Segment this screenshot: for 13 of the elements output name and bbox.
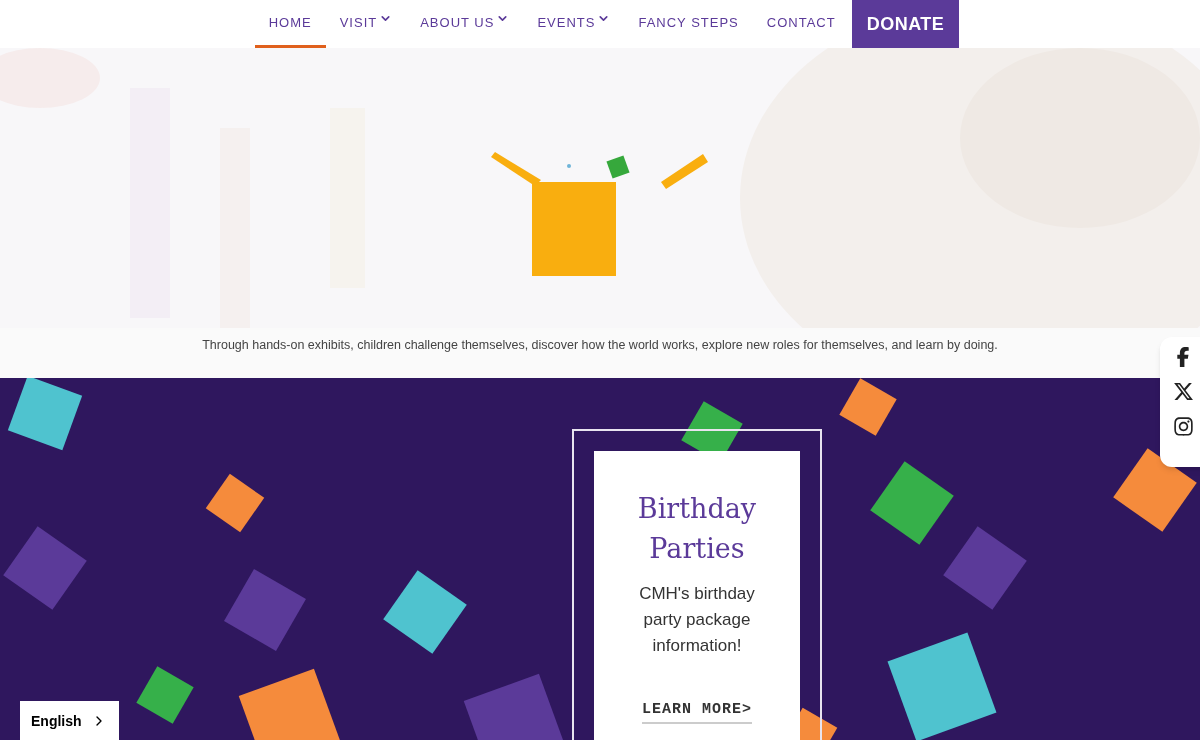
card-text: CMH's birthday party package information!: [638, 583, 756, 657]
instagram-icon[interactable]: [1173, 416, 1194, 437]
nav-link[interactable]: EVENTS: [523, 0, 625, 48]
donate-button[interactable]: DONATE: [851, 0, 960, 48]
language-selector[interactable]: English: [20, 701, 119, 740]
nav-link[interactable]: VISIT: [325, 0, 407, 48]
card-title: Birthday Parties: [636, 492, 758, 566]
x-icon[interactable]: [1173, 381, 1194, 402]
hero-caption: Through hands-on exhibits, children challenge themselves, discover how the world works, explore new roles for themselves, and learn by doing.: [202, 337, 998, 354]
nav-link[interactable]: ABOUT US: [406, 0, 524, 48]
nav-link[interactable]: FANCY STEPS: [624, 0, 753, 48]
nav-link[interactable]: CONTACT: [752, 0, 850, 48]
learn-more-link[interactable]: LEARN MORE>: [642, 699, 752, 724]
